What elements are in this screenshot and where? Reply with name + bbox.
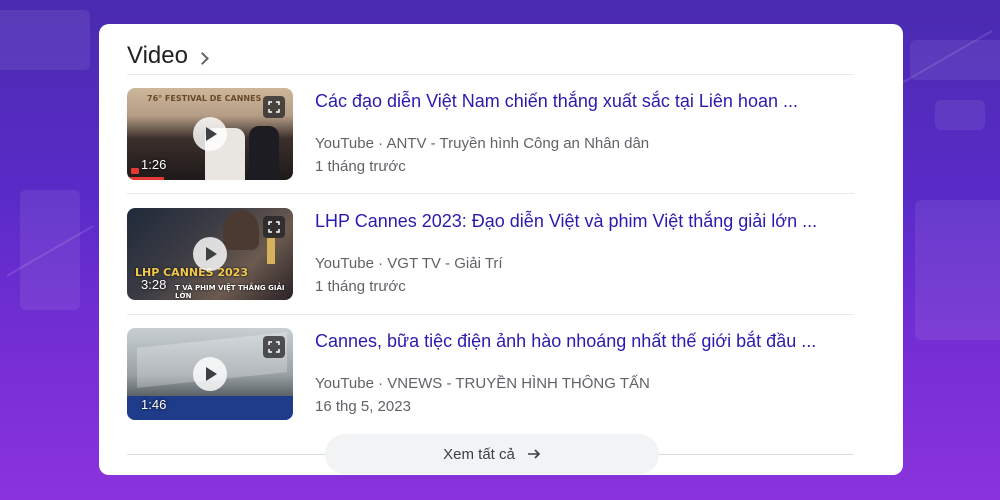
video-channel: ANTV - Truyền hình Công an Nhân dân: [386, 135, 650, 152]
divider: [127, 314, 854, 315]
video-info: LHP Cannes 2023: Đạo diễn Việt và phim V…: [315, 208, 845, 295]
expand-icon[interactable]: [263, 336, 285, 358]
video-duration: 1:26: [141, 157, 167, 172]
watch-progress: [127, 177, 164, 180]
thumbnail-figure: [223, 210, 259, 250]
video-info: Các đạo diễn Việt Nam chiến thắng xuất s…: [315, 88, 845, 175]
thumbnail-figure: [249, 126, 279, 180]
chevron-right-icon[interactable]: [196, 51, 209, 65]
video-date: 16 thg 5, 2023: [315, 398, 411, 415]
expand-icon[interactable]: [263, 216, 285, 238]
divider: [127, 74, 854, 75]
video-result[interactable]: 1:46 Cannes, bữa tiệc điện ảnh hào nhoán…: [127, 328, 854, 420]
video-meta: YouTube · ANTV - Truyền hình Công an Nhâ…: [315, 135, 650, 152]
video-thumbnail[interactable]: 1:46: [127, 328, 293, 420]
video-duration: 3:28: [141, 277, 167, 292]
video-meta: YouTube · VGT TV - Giải Trí: [315, 255, 503, 272]
youtube-icon: [131, 168, 139, 174]
video-result[interactable]: LHP CANNES 2023 T VÀ PHIM VIỆT THẮNG GIẢ…: [127, 208, 854, 300]
video-channel: VGT TV - Giải Trí: [387, 255, 503, 272]
play-icon[interactable]: [193, 357, 227, 391]
video-info: Cannes, bữa tiệc điện ảnh hào nhoáng nhấ…: [315, 328, 845, 415]
section-header[interactable]: Video: [127, 42, 209, 70]
thumbnail-overlay-text: 76° FESTIVAL DE CANNES: [147, 94, 262, 103]
expand-icon[interactable]: [263, 96, 285, 118]
video-date: 1 tháng trước: [315, 278, 406, 295]
divider: [127, 193, 854, 194]
video-channel: VNEWS - TRUYỀN HÌNH THÔNG TẤN: [387, 375, 650, 392]
video-source: YouTube: [315, 375, 374, 392]
see-all-button[interactable]: Xem tất cả: [325, 434, 659, 474]
video-thumbnail[interactable]: LHP CANNES 2023 T VÀ PHIM VIỆT THẮNG GIẢ…: [127, 208, 293, 300]
section-title[interactable]: Video: [127, 42, 188, 70]
arrow-right-icon: [527, 449, 540, 459]
video-thumbnail[interactable]: 76° FESTIVAL DE CANNES 1:26: [127, 88, 293, 180]
video-source: YouTube: [315, 255, 374, 272]
video-title[interactable]: Cannes, bữa tiệc điện ảnh hào nhoáng nhấ…: [315, 328, 845, 354]
video-result[interactable]: 76° FESTIVAL DE CANNES 1:26 Các đạo diễn…: [127, 88, 854, 180]
video-results-card: Video 76° FESTIVAL DE CANNES 1:26 Các đạ…: [99, 24, 903, 475]
video-meta: YouTube · VNEWS - TRUYỀN HÌNH THÔNG TẤN: [315, 375, 650, 392]
video-date: 1 tháng trước: [315, 158, 406, 175]
see-all-label: Xem tất cả: [443, 445, 515, 463]
video-source: YouTube: [315, 135, 374, 152]
video-title[interactable]: LHP Cannes 2023: Đạo diễn Việt và phim V…: [315, 208, 845, 234]
thumbnail-trophy: [267, 238, 275, 264]
video-duration: 1:46: [141, 397, 167, 412]
play-icon[interactable]: [193, 237, 227, 271]
play-icon[interactable]: [193, 117, 227, 151]
thumbnail-overlay-text: T VÀ PHIM VIỆT THẮNG GIẢI LỚN: [175, 284, 285, 300]
video-title[interactable]: Các đạo diễn Việt Nam chiến thắng xuất s…: [315, 88, 845, 114]
